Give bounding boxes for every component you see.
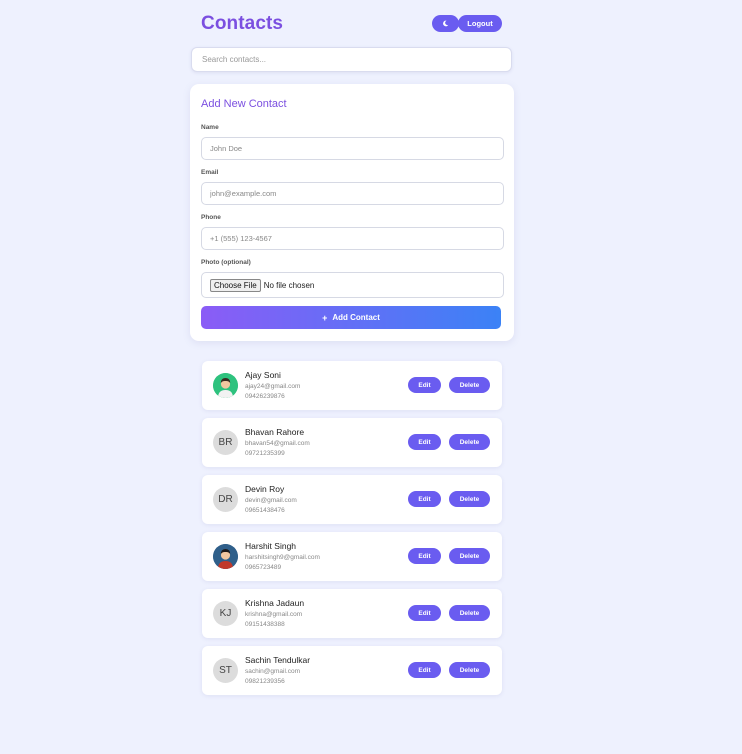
contact-card: ST Sachin Tendulkar sachin@gmail.com 098… [202, 646, 502, 695]
contact-email: sachin@gmail.com [245, 668, 301, 675]
contact-name: Sachin Tendulkar [245, 655, 311, 665]
contact-card: Ajay Soni ajay24@gmail.com 09426239876 E… [202, 361, 502, 410]
photo-label: Photo (optional) [201, 259, 251, 266]
contact-phone: 09651438476 [245, 507, 285, 514]
plus-icon: + [322, 312, 328, 323]
file-status-text: No file chosen [263, 280, 315, 290]
edit-button[interactable]: Edit [408, 377, 441, 393]
add-contact-form: Add New Contact Name Email Phone Photo (… [190, 84, 514, 341]
contact-name: Harshit Singh [245, 541, 297, 551]
moon-icon [443, 20, 449, 27]
delete-button[interactable]: Delete [449, 377, 490, 393]
logout-button[interactable]: Logout [458, 15, 502, 32]
contact-name: Bhavan Rahore [245, 427, 305, 437]
delete-button[interactable]: Delete [449, 548, 490, 564]
contact-phone: 09426239876 [245, 393, 285, 400]
name-label: Name [201, 124, 219, 131]
delete-button[interactable]: Delete [449, 605, 490, 621]
contact-phone: 09151438388 [245, 621, 285, 628]
contact-card: BR Bhavan Rahore bhavan54@gmail.com 0972… [202, 418, 502, 467]
delete-button[interactable]: Delete [449, 491, 490, 507]
photo-file-input: Choose File No file chosen [201, 272, 504, 298]
contact-name: Devin Roy [245, 484, 285, 494]
contact-phone: 09821239356 [245, 678, 285, 685]
email-label: Email [201, 169, 219, 176]
avatar: DR [213, 487, 238, 512]
phone-label: Phone [201, 214, 221, 221]
choose-file-button[interactable]: Choose File [210, 278, 261, 292]
contact-email: devin@gmail.com [245, 497, 297, 504]
add-contact-label: Add Contact [332, 313, 380, 322]
delete-button[interactable]: Delete [449, 662, 490, 678]
contact-email: krishna@gmail.com [245, 611, 303, 618]
phone-field[interactable] [201, 227, 504, 250]
header: Contacts Logout [201, 13, 502, 37]
page-title: Contacts [201, 13, 284, 34]
avatar [213, 373, 238, 398]
avatar: BR [213, 430, 238, 455]
contact-email: harshitsingh9@gmail.com [245, 554, 320, 561]
avatar-man-green-icon [213, 373, 238, 398]
email-field[interactable] [201, 182, 504, 205]
name-field[interactable] [201, 137, 504, 160]
search-input[interactable] [191, 47, 512, 72]
edit-button[interactable]: Edit [408, 548, 441, 564]
form-title: Add New Contact [201, 98, 287, 110]
edit-button[interactable]: Edit [408, 491, 441, 507]
add-contact-button[interactable]: + Add Contact [201, 306, 501, 329]
contact-phone: 09721235399 [245, 450, 285, 457]
contact-email: ajay24@gmail.com [245, 383, 301, 390]
avatar-man-blue-icon [213, 544, 238, 569]
contact-name: Krishna Jadaun [245, 598, 305, 608]
contact-card: KJ Krishna Jadaun krishna@gmail.com 0915… [202, 589, 502, 638]
edit-button[interactable]: Edit [408, 605, 441, 621]
contact-email: bhavan54@gmail.com [245, 440, 310, 447]
avatar: ST [213, 658, 238, 683]
contact-name: Ajay Soni [245, 370, 281, 380]
avatar: KJ [213, 601, 238, 626]
theme-toggle-button[interactable] [432, 15, 459, 32]
contact-card: Harshit Singh harshitsingh9@gmail.com 09… [202, 532, 502, 581]
contact-phone: 0965723489 [245, 564, 282, 571]
contact-card: DR Devin Roy devin@gmail.com 09651438476… [202, 475, 502, 524]
avatar [213, 544, 238, 569]
edit-button[interactable]: Edit [408, 434, 441, 450]
edit-button[interactable]: Edit [408, 662, 441, 678]
delete-button[interactable]: Delete [449, 434, 490, 450]
